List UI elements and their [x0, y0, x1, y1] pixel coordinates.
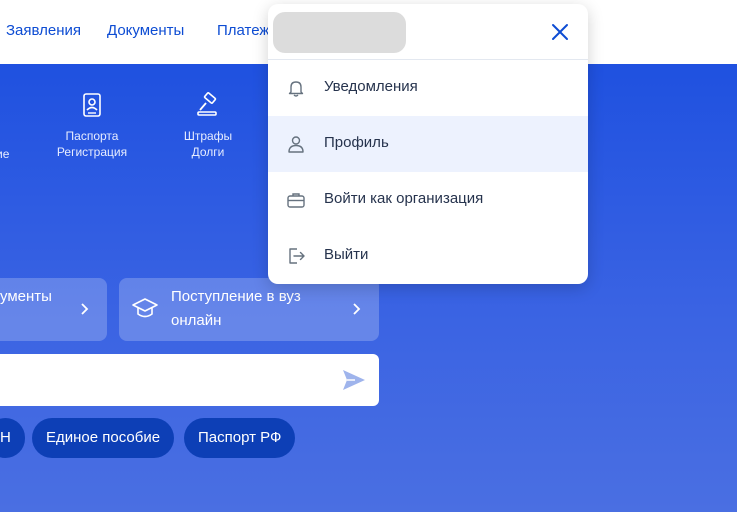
chevron-right-icon — [81, 303, 89, 315]
nav-link-payments[interactable]: Платежи — [217, 22, 269, 39]
menu-item-login-as-organization-label: Войти как организация — [324, 190, 484, 207]
briefcase-icon — [287, 193, 305, 208]
bell-icon — [288, 81, 304, 97]
nav-link-payments-clip: Платежи — [217, 22, 269, 42]
dropdown-header — [268, 4, 588, 60]
chevron-right-icon — [353, 303, 361, 315]
gavel-icon — [197, 92, 217, 116]
service-partial[interactable]: ие — [0, 146, 9, 162]
search-box[interactable] — [0, 354, 379, 406]
user-icon — [288, 136, 304, 153]
profile-dropdown-menu: Уведомления Профиль Войти как организаци… — [268, 4, 588, 284]
menu-item-profile[interactable]: Профиль — [268, 116, 588, 172]
passport-icon — [83, 93, 101, 117]
service-passports[interactable]: Паспорта Регистрация — [52, 92, 132, 160]
tile-documents-label: ументы — [0, 288, 52, 305]
tile-university-line2: онлайн — [171, 312, 222, 329]
tile-documents[interactable]: ументы — [0, 278, 107, 341]
logout-icon — [289, 248, 305, 264]
nav-link-applications[interactable]: Заявления — [6, 22, 81, 39]
chip-unified-allowance[interactable]: Единое пособие — [32, 418, 175, 458]
menu-item-profile-label: Профиль — [324, 134, 389, 151]
tile-university-admission[interactable]: Поступление в вуз онлайн — [119, 278, 379, 341]
service-passports-line1: Паспорта — [65, 129, 119, 143]
search-input[interactable] — [6, 368, 326, 392]
menu-item-notifications[interactable]: Уведомления — [268, 60, 588, 116]
send-icon[interactable] — [341, 367, 367, 393]
menu-item-notifications-label: Уведомления — [324, 78, 418, 95]
menu-item-logout-label: Выйти — [324, 246, 369, 263]
menu-item-logout[interactable]: Выйти — [268, 228, 588, 284]
service-partial-label: ие — [0, 147, 10, 161]
user-name-placeholder — [273, 12, 406, 53]
service-fines[interactable]: Штрафы Долги — [168, 92, 248, 160]
service-fines-line2: Долги — [191, 145, 225, 159]
close-icon[interactable] — [550, 22, 570, 42]
menu-item-login-as-organization[interactable]: Войти как организация — [268, 172, 588, 228]
nav-link-documents[interactable]: Документы — [107, 22, 184, 39]
service-fines-line1: Штрафы — [183, 129, 233, 143]
chip-passport-rf[interactable]: Паспорт РФ — [184, 418, 296, 458]
service-passports-line2: Регистрация — [56, 145, 128, 159]
graduation-cap-icon — [132, 298, 158, 318]
tile-university-line1: Поступление в вуз — [171, 288, 301, 305]
